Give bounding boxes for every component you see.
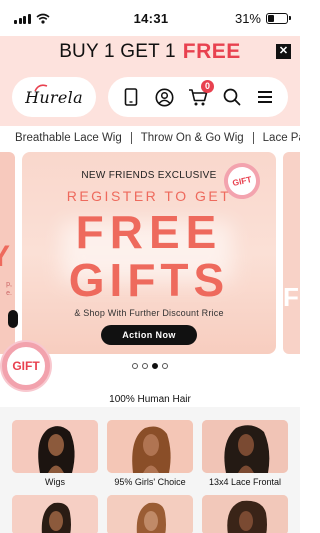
product-image: [12, 495, 98, 533]
banner-subtitle: & Shop With Further Discount Rrice: [74, 308, 224, 318]
header: Hurela 0: [0, 68, 300, 126]
search-icon[interactable]: [220, 85, 244, 109]
cart-icon[interactable]: 0: [186, 80, 214, 109]
category-nav: Breathable Lace Wig Throw On & Go Wig La…: [0, 126, 300, 150]
section-title: 100% Human Hair: [109, 394, 191, 405]
product-label: 95% Girls' Choice: [114, 477, 186, 487]
battery-percent: 31%: [234, 10, 261, 26]
promo-bar[interactable]: BUY 1 GET 1 FREE ✕: [0, 36, 300, 68]
status-right: 31%: [208, 10, 291, 26]
category-item[interactable]: Breathable Lace Wig: [15, 132, 122, 144]
carousel-dot[interactable]: [132, 363, 138, 369]
product-image: [107, 495, 193, 533]
product-image: [12, 420, 98, 473]
cart-count-badge: 0: [200, 80, 214, 93]
status-left: [14, 13, 94, 24]
banner-headline-gifts: GIFTS: [68, 254, 230, 306]
status-time: 14:31: [133, 10, 169, 26]
product-image: [107, 420, 193, 473]
battery-fill: [268, 14, 274, 22]
promo-text: BUY 1 GET 1: [59, 41, 176, 62]
floating-gift-button[interactable]: GIFT: [2, 342, 50, 390]
product-label: Wigs: [45, 477, 65, 487]
carousel-dot[interactable]: [162, 363, 168, 369]
banner-slide-next[interactable]: F: [283, 152, 300, 354]
category-item[interactable]: Lace Part Wig: [263, 132, 300, 144]
account-icon[interactable]: [152, 85, 176, 109]
logo-mark-icon: [34, 84, 48, 92]
product-tile[interactable]: [107, 495, 193, 533]
banner-slide-active[interactable]: NEW FRIENDS EXCLUSIVE REGISTER TO GET FR…: [22, 152, 276, 354]
banner-carousel[interactable]: Y p,e. NEW FRIENDS EXCLUSIVE REGISTER TO…: [0, 150, 300, 355]
carousel-dot[interactable]: [152, 363, 158, 369]
category-divider: [130, 132, 132, 144]
promo-highlight: FREE: [182, 40, 241, 63]
product-tile[interactable]: [202, 495, 288, 533]
banner-slide-previous[interactable]: Y p,e.: [0, 152, 18, 354]
logo[interactable]: Hurela: [12, 77, 96, 117]
carousel-dot[interactable]: [142, 363, 148, 369]
close-icon[interactable]: ✕: [276, 44, 291, 59]
previous-slide-fragment: Y: [0, 240, 10, 274]
previous-slide-button: [8, 310, 18, 328]
action-now-button[interactable]: Action Now: [101, 325, 197, 345]
product-grid: Wigs 95% Girls' Choice 13x4 Lace Frontal: [0, 407, 300, 533]
banner-headline-free: FREE: [75, 206, 223, 258]
header-icons: 0: [108, 77, 288, 117]
category-divider: [252, 132, 254, 144]
product-label: 13x4 Lace Frontal: [208, 477, 282, 487]
battery-icon: [266, 12, 291, 24]
cellular-signal-icon: [14, 13, 31, 24]
category-item[interactable]: Throw On & Go Wig: [141, 132, 244, 144]
product-tile-girls-choice[interactable]: [107, 420, 193, 473]
product-tile-lace-frontal[interactable]: [202, 420, 288, 473]
product-image: [202, 495, 288, 533]
menu-icon[interactable]: [253, 85, 277, 109]
status-bar: 14:31 31%: [0, 0, 300, 36]
next-slide-fragment: F: [283, 282, 299, 312]
product-tile[interactable]: [12, 495, 98, 533]
tablet-icon[interactable]: [119, 85, 143, 109]
wifi-icon: [35, 13, 50, 24]
product-image: [202, 420, 288, 473]
previous-slide-text: p, e.: [6, 281, 12, 297]
product-tile-wigs[interactable]: [12, 420, 98, 473]
